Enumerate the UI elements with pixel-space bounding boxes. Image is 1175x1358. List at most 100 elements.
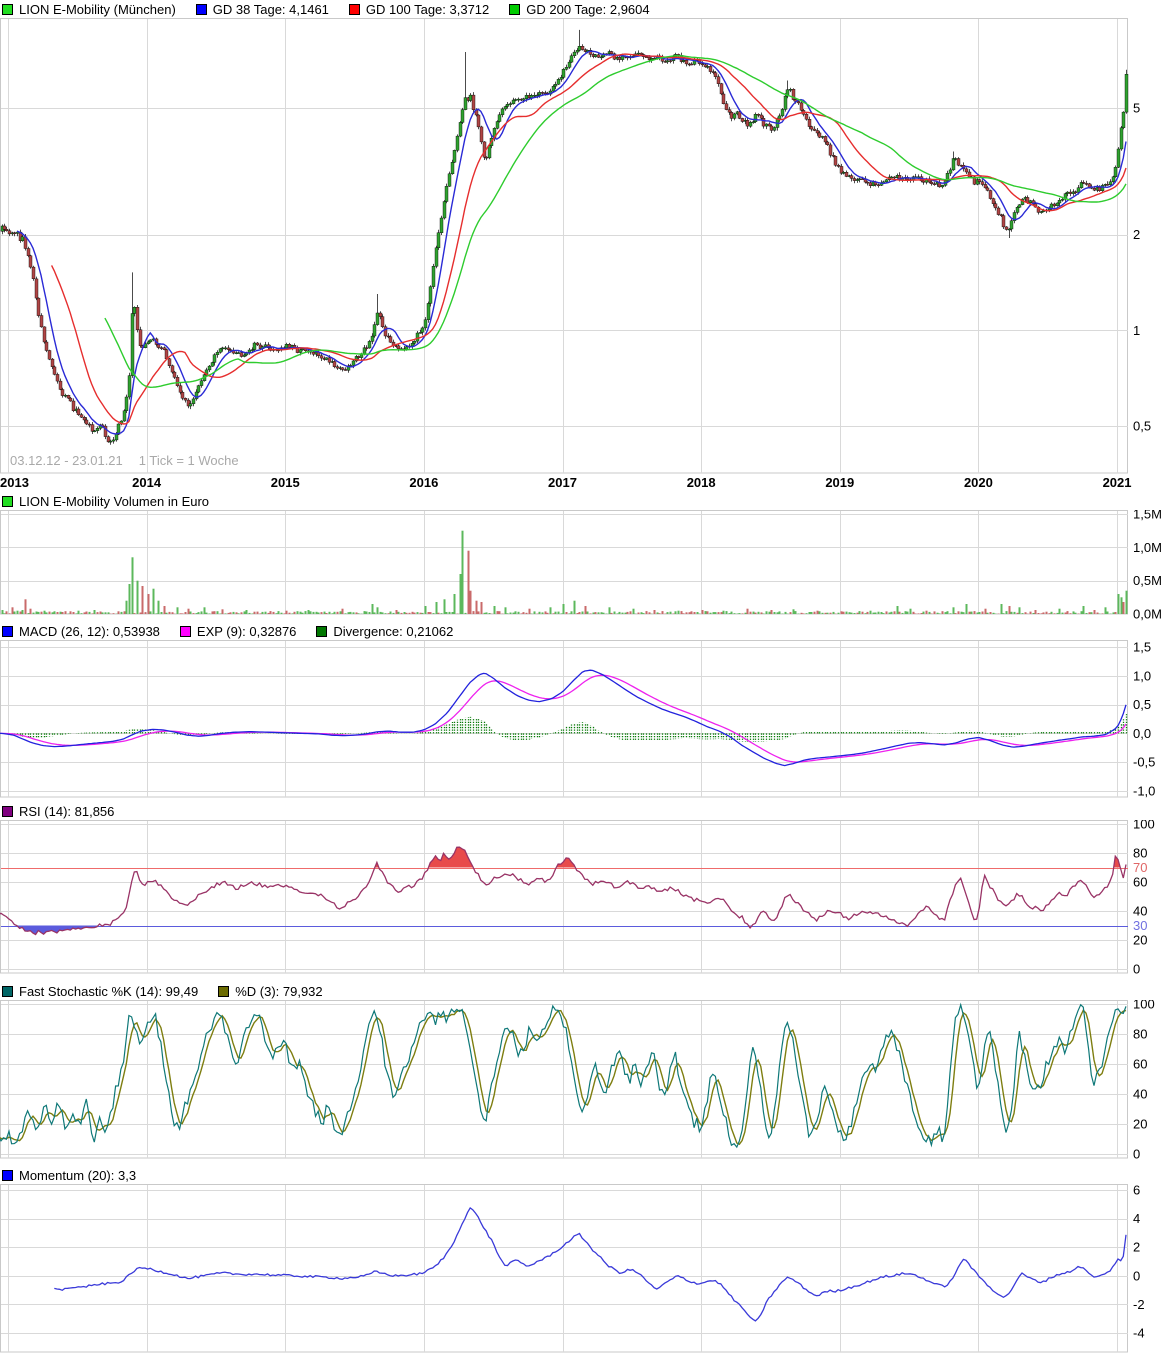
volume-panel: LION E-Mobility Volumen in Euro 1,5M 1,0M…: [0, 492, 1175, 622]
macd-chart: 1,5 1,0 0,5 0,0 -0,5 -1,0: [0, 640, 1155, 799]
candle-up: [820, 136, 825, 138]
candle-up: [108, 440, 113, 443]
momentum-chart: 6 4 2 0 -2 -4: [0, 1184, 1145, 1353]
candle-down: [58, 380, 63, 390]
candle-up: [1009, 220, 1014, 230]
legend-swatch-icon: [348, 3, 360, 15]
candle-up: [953, 158, 958, 160]
candle-up: [1060, 199, 1065, 201]
candle-up: [146, 341, 151, 344]
candle-up: [500, 108, 505, 115]
candle-up: [513, 99, 518, 101]
legend-item: GD 200 Tage: 2,9604: [509, 1, 650, 17]
candle-up: [127, 375, 132, 398]
legend-label: GD 200 Tage: 2,9604: [526, 1, 650, 17]
candle-up: [553, 83, 558, 87]
candle-up: [418, 332, 423, 334]
candle-up: [122, 410, 127, 422]
axis-tick-label: 100: [1133, 1000, 1155, 1012]
candle-up: [841, 171, 846, 174]
axis-tick-label: 1: [1133, 323, 1140, 338]
candle-down: [817, 132, 822, 138]
candle-up: [1055, 202, 1060, 206]
candle-down: [684, 60, 689, 65]
candle-down: [50, 358, 55, 368]
candle-down: [79, 414, 84, 418]
candle-up: [780, 109, 785, 117]
axis-tick-label: 5: [1133, 101, 1140, 116]
legend-item: RSI (14): 81,856: [2, 804, 114, 819]
candle-up: [431, 265, 436, 287]
candle-down: [383, 326, 388, 337]
candle-up: [412, 341, 417, 344]
candle-up: [63, 395, 68, 397]
price-legend: LION E-Mobility (München) GD 38 Tage: 4,1…: [0, 0, 1175, 18]
candle-down: [759, 114, 764, 119]
ma-line: [50, 53, 1127, 425]
candle-down: [831, 154, 836, 157]
candle-up: [1108, 181, 1113, 186]
candle-down: [84, 419, 89, 425]
candle-up: [1113, 167, 1118, 178]
candle-up: [1065, 191, 1070, 194]
candle-up: [772, 127, 777, 131]
candle-down: [815, 130, 820, 134]
candle-down: [52, 366, 57, 375]
candle-up: [463, 97, 468, 110]
candle-down: [167, 358, 172, 366]
candle-down: [727, 109, 732, 113]
candle-down: [967, 171, 972, 178]
candle-up: [212, 354, 217, 363]
axis-tick-label: 60: [1133, 1057, 1147, 1072]
candle-down: [1068, 191, 1073, 194]
candle-up: [92, 430, 97, 432]
candle-up: [199, 380, 204, 386]
candle-down: [932, 183, 937, 185]
candle-down: [90, 424, 95, 432]
candle-up: [497, 114, 502, 122]
candle-up: [223, 347, 228, 350]
candle-down: [44, 341, 49, 351]
candle-up: [1119, 127, 1124, 150]
candle-down: [1097, 187, 1102, 191]
candle-down: [36, 297, 41, 316]
legend-label: LION E-Mobility Volumen in Euro: [19, 493, 210, 509]
candle-up: [889, 176, 894, 179]
year-label: 2014: [132, 475, 162, 490]
candle-down: [1052, 203, 1057, 207]
candle-down: [26, 248, 31, 256]
candle-up: [300, 348, 305, 350]
candle-up: [247, 349, 252, 353]
axis-tick-label: 80: [1133, 1027, 1147, 1042]
candle-up: [426, 303, 431, 320]
candle-up: [505, 103, 510, 107]
axis-tick-label: 4: [1133, 1211, 1140, 1226]
candle-down: [868, 182, 873, 186]
candle-up: [196, 385, 201, 393]
axis-tick-label: 20: [1133, 1117, 1147, 1132]
candle-up: [561, 69, 566, 78]
axis-tick-label: 1,0M: [1133, 540, 1162, 555]
candle-up: [783, 95, 788, 110]
macd-panel: MACD (26, 12): 0,53938 EXP (9): 0,32876 Di…: [0, 622, 1175, 802]
candle-down: [812, 128, 817, 131]
candle-up: [532, 94, 537, 97]
candle-up: [455, 135, 460, 151]
candle-up: [428, 286, 433, 304]
candle-up: [207, 365, 212, 371]
legend-label: GD 38 Tage: 4,1461: [212, 1, 329, 17]
candle-up: [1028, 200, 1033, 204]
candle-up: [423, 319, 428, 329]
candle-up: [564, 67, 569, 70]
legend-swatch-icon: [2, 1169, 13, 1181]
candle-down: [799, 102, 804, 111]
candle-up: [575, 50, 580, 53]
candle-up: [210, 362, 215, 367]
candle-down: [833, 156, 838, 166]
axis-tick-label: 70: [1133, 860, 1147, 875]
candle-up: [503, 106, 508, 110]
volume-chart: 1,5M 1,0M 0,5M 0,0M: [0, 510, 1162, 622]
candle-up: [252, 342, 257, 350]
legend-label: EXP (9): 0,32876: [196, 623, 297, 639]
candle-up: [351, 360, 356, 366]
